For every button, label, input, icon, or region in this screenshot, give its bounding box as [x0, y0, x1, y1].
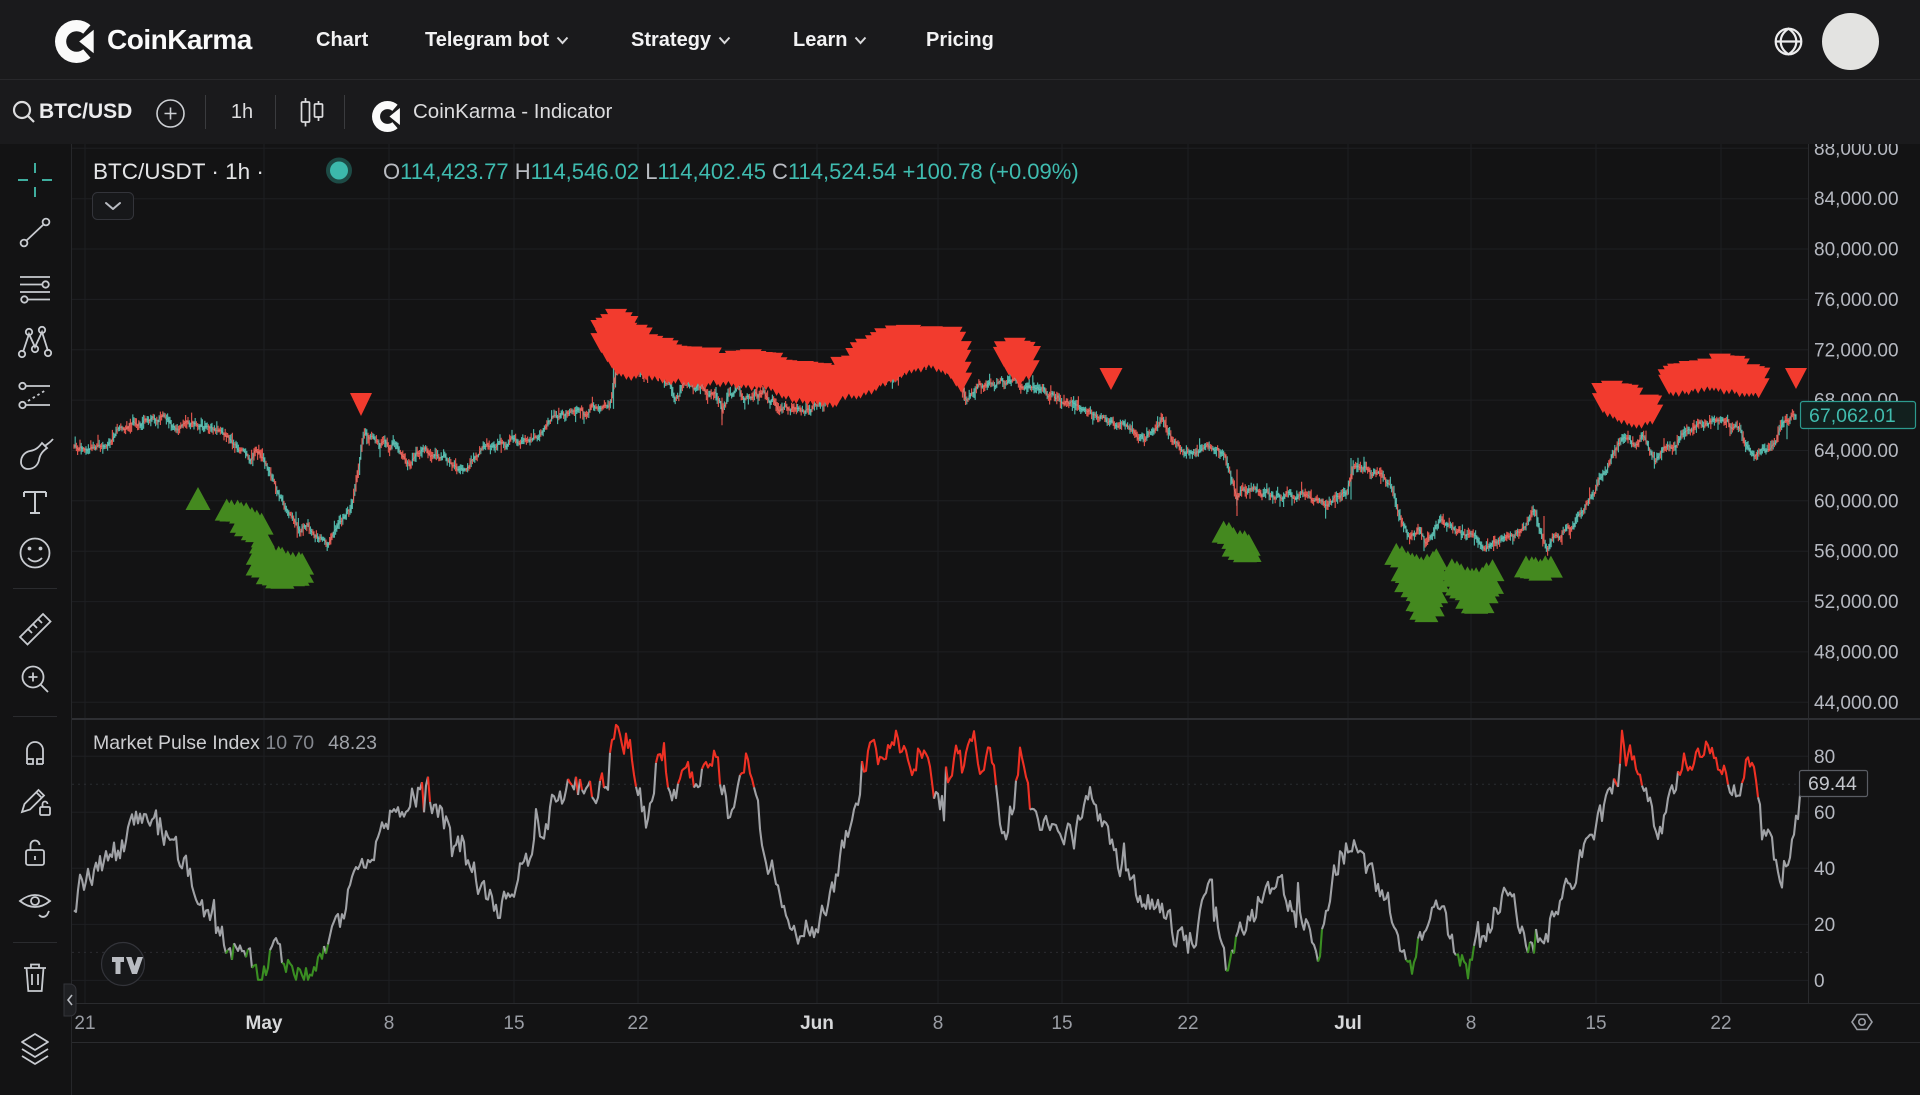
svg-text:72,000.00: 72,000.00 — [1814, 340, 1899, 361]
svg-text:BTC/USDT · 1h ·: BTC/USDT · 1h · — [93, 159, 264, 184]
svg-text:O114,423.77 H114,546.02 L114,4: O114,423.77 H114,546.02 L114,402.45 C114… — [383, 159, 1079, 184]
svg-text:15: 15 — [503, 1013, 524, 1034]
svg-text:20: 20 — [1814, 915, 1835, 936]
svg-text:88,000.00: 88,000.00 — [1814, 144, 1899, 160]
svg-text:64,000.00: 64,000.00 — [1814, 441, 1899, 462]
svg-text:67,062.01: 67,062.01 — [1809, 405, 1896, 427]
svg-text:44,000.00: 44,000.00 — [1814, 693, 1899, 714]
svg-text:15: 15 — [1585, 1013, 1606, 1034]
svg-text:22: 22 — [1177, 1013, 1198, 1034]
svg-text:60,000.00: 60,000.00 — [1814, 491, 1899, 512]
svg-text:22: 22 — [1710, 1013, 1731, 1034]
svg-text:Market Pulse Index 10 7048.23: Market Pulse Index 10 7048.23 — [93, 732, 377, 754]
svg-text:8: 8 — [1466, 1013, 1477, 1034]
svg-text:56,000.00: 56,000.00 — [1814, 542, 1899, 563]
svg-text:15: 15 — [1051, 1013, 1072, 1034]
svg-text:21: 21 — [74, 1013, 95, 1034]
svg-text:84,000.00: 84,000.00 — [1814, 189, 1899, 210]
svg-text:Jul: Jul — [1334, 1013, 1361, 1034]
svg-text:Jun: Jun — [800, 1013, 834, 1034]
svg-text:22: 22 — [627, 1013, 648, 1034]
svg-text:52,000.00: 52,000.00 — [1814, 592, 1899, 613]
svg-text:48,000.00: 48,000.00 — [1814, 642, 1899, 663]
svg-text:40: 40 — [1814, 859, 1835, 880]
svg-text:8: 8 — [384, 1013, 395, 1034]
svg-text:76,000.00: 76,000.00 — [1814, 290, 1899, 311]
svg-text:60: 60 — [1814, 803, 1835, 824]
svg-text:8: 8 — [933, 1013, 944, 1034]
svg-text:80,000.00: 80,000.00 — [1814, 240, 1899, 261]
svg-text:0: 0 — [1814, 971, 1825, 992]
svg-text:69.44: 69.44 — [1808, 773, 1857, 795]
svg-text:80: 80 — [1814, 747, 1835, 768]
svg-text:May: May — [246, 1013, 283, 1034]
